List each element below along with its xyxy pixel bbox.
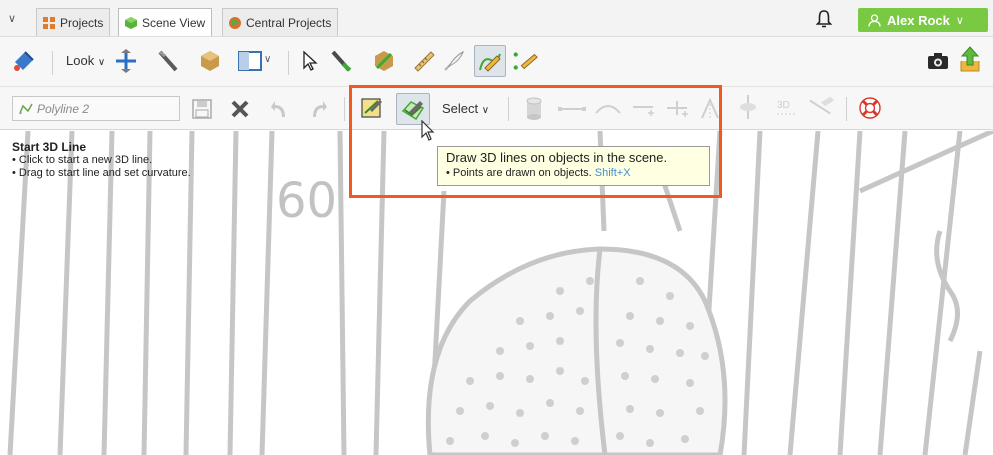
polyline-name-field[interactable]: Polyline 2 (12, 96, 180, 121)
look-dropdown[interactable]: Look ∨ (66, 53, 105, 68)
vertical-move-icon[interactable] (734, 93, 762, 121)
tab-bar: ∨ Projects Scene View Central Projects A… (0, 0, 993, 37)
draw-polyline-active-icon[interactable] (474, 45, 506, 77)
cube-icon (125, 17, 137, 29)
tooltip-subtitle: • Points are drawn on objects. Shift+X (446, 167, 701, 179)
select-dropdown-label: Select (442, 101, 479, 116)
feather-pen-icon[interactable] (440, 47, 468, 75)
undo-icon[interactable] (266, 95, 294, 123)
tabs-menu-chevron-icon[interactable]: ∨ (8, 12, 16, 25)
draw-points-icon[interactable] (512, 47, 540, 75)
layout-panels-icon[interactable] (236, 47, 264, 75)
svg-text:3D: 3D (777, 100, 790, 111)
chevron-down-icon: ∨ (481, 105, 490, 116)
split-line-icon[interactable] (696, 95, 724, 123)
add-point-icon[interactable] (630, 95, 658, 123)
select-dropdown[interactable]: Select ∨ (442, 101, 489, 116)
toolbar-divider (288, 51, 289, 75)
toolbar-divider (52, 51, 53, 75)
insert-point-icon[interactable] (664, 95, 692, 123)
save-disk-icon[interactable] (188, 95, 216, 123)
tooltip-description: • Points are drawn on objects. (446, 167, 592, 179)
straight-segment-icon[interactable] (558, 95, 586, 123)
polyline-icon (19, 103, 33, 114)
user-icon (868, 13, 881, 27)
polyline-name-text: Polyline 2 (37, 101, 90, 116)
3d-text-icon[interactable]: 3D (772, 93, 800, 121)
tab-projects[interactable]: Projects (36, 8, 111, 36)
select-pen-icon[interactable] (328, 47, 356, 75)
grid-icon (43, 16, 55, 29)
toolbar-divider (344, 97, 345, 121)
toolbar-divider (846, 97, 847, 121)
mouse-cursor-icon (421, 120, 435, 141)
instructions-panel: Start 3D Line • Click to start a new 3D … (12, 141, 191, 180)
paint-bucket-icon[interactable] (10, 47, 38, 75)
tooltip: Draw 3D lines on objects in the scene. •… (437, 146, 710, 186)
layout-dropdown-chevron-icon[interactable]: ∨ (264, 54, 271, 65)
instruction-line: • Drag to start line and set curvature. (12, 167, 191, 179)
tab-scene-view-label: Scene View (142, 16, 206, 30)
section-cube-green-icon[interactable] (370, 47, 398, 75)
globe-icon (229, 16, 241, 29)
main-toolbar: Look ∨ ∨ (0, 36, 993, 86)
help-lifebuoy-icon[interactable] (856, 94, 884, 122)
tooltip-shortcut: Shift+X (594, 167, 631, 179)
instruction-line: • Click to start a new 3D line. (12, 154, 153, 166)
ruler-icon[interactable] (410, 47, 438, 75)
section-cube-icon[interactable] (196, 47, 224, 75)
slice-tool-icon[interactable] (154, 47, 182, 75)
contour-label: 60 (276, 173, 337, 229)
toolbar-divider (508, 97, 509, 121)
tab-projects-label: Projects (60, 15, 104, 30)
tab-central-projects-label: Central Projects (246, 15, 332, 30)
move-view-icon[interactable] (112, 47, 140, 75)
user-name: Alex Rock (887, 12, 950, 28)
chevron-down-icon: ∨ (955, 14, 964, 27)
user-account-button[interactable]: Alex Rock ∨ (858, 8, 988, 32)
tab-central-projects[interactable]: Central Projects (222, 8, 339, 36)
snap-tool-icon[interactable] (808, 93, 836, 121)
tooltip-title: Draw 3D lines on objects in the scene. (446, 150, 668, 165)
look-dropdown-label: Look (66, 53, 95, 68)
edit-vertices-icon[interactable] (358, 94, 386, 122)
select-arrow-icon[interactable] (296, 47, 324, 75)
camera-icon[interactable] (924, 47, 952, 75)
tab-scene-view[interactable]: Scene View (118, 8, 213, 37)
redo-icon[interactable] (304, 95, 332, 123)
cancel-x-icon[interactable] (226, 95, 254, 123)
polyline-edit-toolbar: Polyline 2 Select ∨ 3D (0, 86, 993, 130)
publish-upload-icon[interactable] (956, 45, 984, 73)
chevron-down-icon: ∨ (97, 57, 106, 68)
cylinder-icon[interactable] (520, 95, 548, 123)
instructions-title: Start 3D Line (12, 140, 87, 154)
curve-segment-icon[interactable] (594, 95, 622, 123)
bell-icon[interactable] (816, 10, 832, 28)
